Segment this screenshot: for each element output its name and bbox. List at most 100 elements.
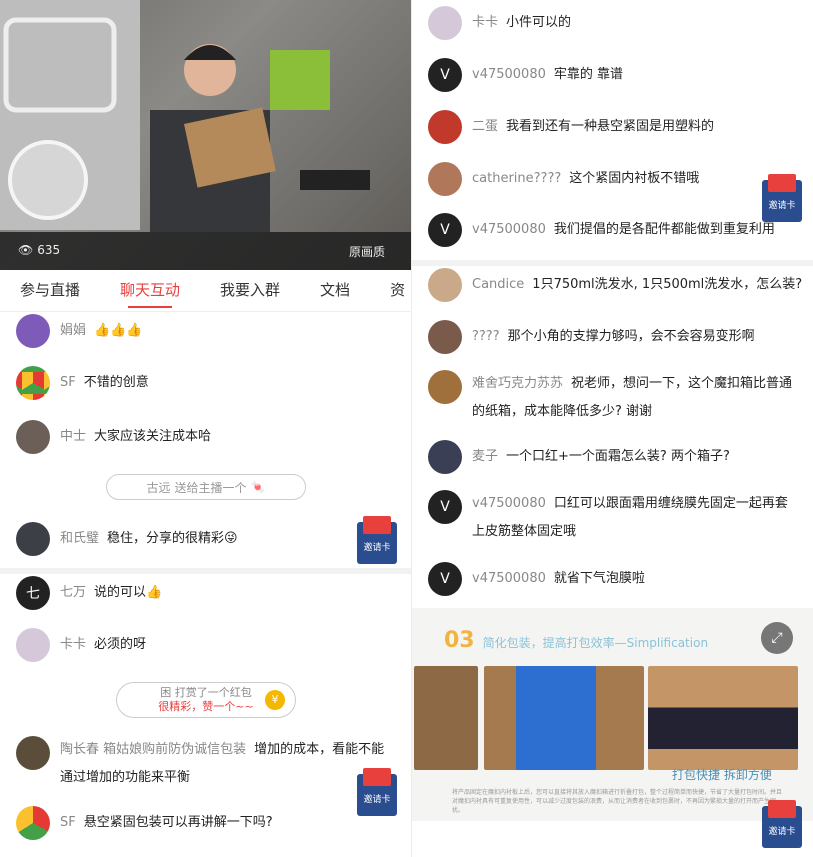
eye-icon: 👁 xyxy=(18,243,34,257)
avatar[interactable] xyxy=(16,806,50,840)
invite-card-button[interactable]: 邀请卡 xyxy=(357,768,397,816)
chat-message: catherine???? 这个紧固内衬板不错哦 xyxy=(428,162,699,196)
avatar[interactable] xyxy=(16,628,50,662)
chat-text: 悬空紧固包装可以再讲解一下吗? xyxy=(83,815,273,830)
chat-username[interactable]: catherine???? xyxy=(472,171,561,186)
redpack-notice[interactable]: 困 打赏了一个红包 很精彩，赞一个~~ ¥ xyxy=(116,682,296,718)
viewer-count: 👁 635 xyxy=(18,243,61,257)
right-panel: 卡卡 小件可以的 V v47500080 牢靠的 靠谱 二蛋 我看到还有一种悬空紧固是… xyxy=(412,0,813,857)
chat-message: SF 不错的创意 xyxy=(16,366,149,400)
chat-username[interactable]: 娟娟 xyxy=(60,323,86,338)
chat-message: 娟娟 👍👍👍 xyxy=(16,314,143,348)
product-photo xyxy=(414,666,478,770)
chat-text: 不错的创意 xyxy=(83,375,149,390)
avatar[interactable] xyxy=(16,522,50,556)
chat-username[interactable]: SF xyxy=(60,375,76,390)
avatar[interactable] xyxy=(16,736,50,770)
chat-text: 小件可以的 xyxy=(506,15,572,30)
video-player[interactable]: 👁 635 原画质 xyxy=(0,0,411,270)
avatar[interactable] xyxy=(428,370,462,404)
avatar[interactable] xyxy=(428,162,462,196)
chat-text: 必须的呀 xyxy=(94,637,147,652)
avatar[interactable] xyxy=(428,268,462,302)
invite-card-button[interactable]: 邀请卡 xyxy=(357,516,397,564)
chat-username[interactable]: 麦子 xyxy=(472,449,498,464)
chat-message: V v47500080 牢靠的 靠谱 xyxy=(428,58,623,92)
chat-username[interactable]: v47500080 xyxy=(472,496,546,511)
chat-text: 说的可以👍 xyxy=(94,585,163,600)
promo-image[interactable]: 03 简化包装，提高打包效率—Simplification ⤢ 打包快捷 拆卸方便… xyxy=(412,608,813,821)
avatar[interactable] xyxy=(428,110,462,144)
avatar[interactable] xyxy=(428,320,462,354)
avatar[interactable]: V xyxy=(428,58,462,92)
product-photo xyxy=(484,666,644,770)
chat-message: V v47500080 口红可以跟面霜用缠绕膜先固定一起再套上皮筋整体固定哦 xyxy=(428,490,800,546)
chat-message: 中士 大家应该关注成本哈 xyxy=(16,420,211,454)
chat-message: 七 七万 说的可以👍 xyxy=(16,576,162,610)
chat-text: 这个紧固内衬板不错哦 xyxy=(569,171,700,186)
video-frame xyxy=(0,0,370,232)
chat-message: V v47500080 就省下气泡膜啦 xyxy=(428,562,645,596)
product-photo xyxy=(648,666,798,770)
gift-icon: 🍬 xyxy=(250,480,266,494)
chat-text: 我看到还有一种悬空紧固是用塑料的 xyxy=(506,119,715,134)
tab-join-group[interactable]: 我要入群 xyxy=(200,270,300,312)
chat-username[interactable]: 中士 xyxy=(60,429,86,444)
chat-text: 一个口红+一个面霜怎么装? 两个箱子? xyxy=(506,449,730,464)
chat-message: 卡卡 必须的呀 xyxy=(16,628,146,662)
chat-message: 和氏璧 稳住，分享的很精彩😜 xyxy=(16,522,238,556)
avatar[interactable]: V xyxy=(428,213,462,247)
promo-caption: 打包快捷 拆卸方便 xyxy=(672,768,772,782)
chat-username[interactable]: 难舍巧克力苏苏 xyxy=(472,376,563,391)
chat-username[interactable]: 卡卡 xyxy=(472,15,498,30)
chat-message: 麦子 一个口红+一个面霜怎么装? 两个箱子? xyxy=(428,440,730,474)
avatar[interactable] xyxy=(16,366,50,400)
tab-more[interactable]: 资 xyxy=(370,270,411,312)
chat-text: 1只750ml洗发水, 1只500ml洗发水，怎么装? xyxy=(532,277,803,292)
chat-username[interactable]: 二蛋 xyxy=(472,119,498,134)
tab-chat[interactable]: 聊天互动 xyxy=(100,270,200,312)
invite-card-button[interactable]: 邀请卡 xyxy=(762,800,802,848)
chat-username[interactable]: v47500080 xyxy=(472,571,546,586)
avatar[interactable] xyxy=(16,420,50,454)
avatar[interactable] xyxy=(428,440,462,474)
divider xyxy=(412,260,813,266)
chat-username[interactable]: Candice xyxy=(472,277,524,292)
tab-bar: 参与直播 聊天互动 我要入群 文档 资 xyxy=(0,270,411,312)
chat-username[interactable]: v47500080 xyxy=(472,222,546,237)
chat-username[interactable]: v47500080 xyxy=(472,67,546,82)
avatar[interactable]: V xyxy=(428,562,462,596)
tab-docs[interactable]: 文档 xyxy=(300,270,370,312)
chat-message: SF 悬空紧固包装可以再讲解一下吗? xyxy=(16,806,273,840)
video-bar: 👁 635 原画质 xyxy=(0,232,411,270)
avatar[interactable]: V xyxy=(428,490,462,524)
expand-icon[interactable]: ⤢ xyxy=(761,622,793,654)
chat-username[interactable]: 和氏璧 xyxy=(60,531,99,546)
tab-participate[interactable]: 参与直播 xyxy=(0,270,100,312)
chat-username[interactable]: 卡卡 xyxy=(60,637,86,652)
chat-username[interactable]: 七万 xyxy=(60,585,86,600)
chat-text: 我们提倡的是各配件都能做到重复利用 xyxy=(553,222,775,237)
promo-body: 将产品固定在魔扣内衬板上后，您可以直接将其放入魔扣箱进行折叠打包，整个过程简单而… xyxy=(452,789,783,814)
avatar[interactable]: 七 xyxy=(16,576,50,610)
chat-username[interactable]: 陶长春 箱姑娘购前防伪诚信包装 xyxy=(60,742,246,757)
avatar[interactable] xyxy=(428,6,462,40)
chat-text: 那个小角的支撑力够吗，会不会容易变形啊 xyxy=(507,329,755,344)
chat-message: Candice 1只750ml洗发水, 1只500ml洗发水，怎么装? xyxy=(428,268,802,302)
divider xyxy=(0,568,411,574)
gift-notice: 古远 送给主播一个 🍬 xyxy=(106,474,306,500)
chat-text: 大家应该关注成本哈 xyxy=(94,429,212,444)
coin-icon: ¥ xyxy=(265,690,285,710)
chat-text: 稳住，分享的很精彩😜 xyxy=(107,531,238,546)
chat-text: 牢靠的 靠谱 xyxy=(553,67,624,82)
chat-username[interactable]: ???? xyxy=(472,329,500,344)
promo-title: 03 简化包装，提高打包效率—Simplification xyxy=(444,628,709,653)
chat-username[interactable]: SF xyxy=(60,815,76,830)
avatar[interactable] xyxy=(16,314,50,348)
quality-button[interactable]: 原画质 xyxy=(349,243,385,260)
chat-text: 就省下气泡膜啦 xyxy=(553,571,645,586)
chat-message: 陶长春 箱姑娘购前防伪诚信包装 增加的成本，看能不能通过增加的功能来平衡 xyxy=(16,736,396,792)
left-panel: 👁 635 原画质 参与直播 聊天互动 我要入群 文档 资 娟娟 👍👍👍 SF 不错… xyxy=(0,0,411,857)
chat-message: 卡卡 小件可以的 xyxy=(428,6,571,40)
chat-message: 二蛋 我看到还有一种悬空紧固是用塑料的 xyxy=(428,110,714,144)
